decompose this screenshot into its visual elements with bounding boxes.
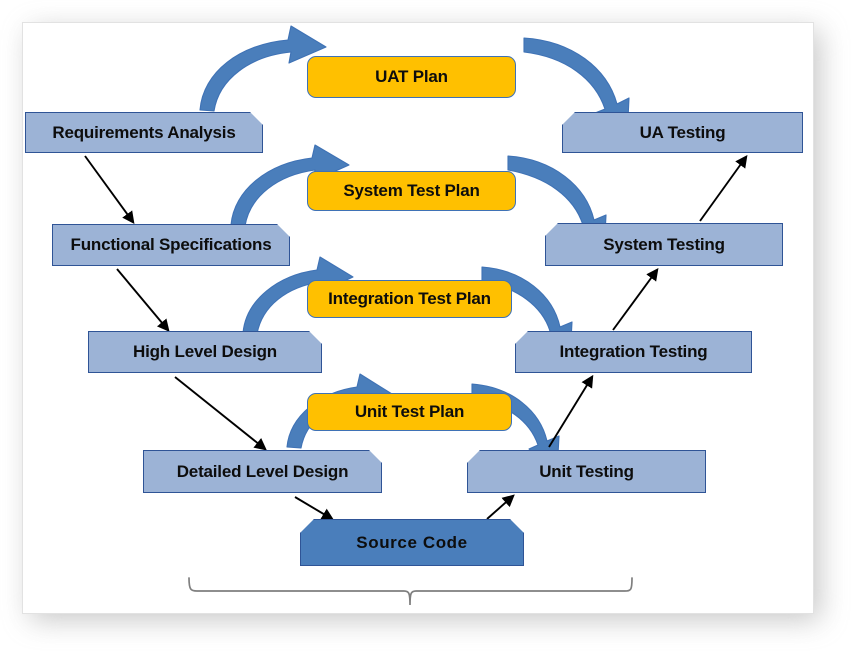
stage-label-unit-testing: Unit Testing: [539, 461, 634, 481]
stage-box-integration-testing[interactable]: Integration Testing: [515, 331, 752, 373]
stage-box-functional-specifications[interactable]: Functional Specifications: [52, 224, 290, 266]
stage-box-source-code[interactable]: Source Code: [300, 519, 524, 566]
stage-label-detailed-level-design: Detailed Level Design: [176, 461, 349, 481]
plan-label-unit-test-plan: Unit Test Plan: [354, 402, 465, 421]
stage-label-system-testing: System Testing: [603, 234, 725, 254]
plan-label-uat-plan: UAT Plan: [375, 67, 448, 86]
stage-box-requirements-analysis[interactable]: Requirements Analysis: [25, 112, 263, 153]
plan-label-system-test-plan: System Test Plan: [343, 181, 480, 200]
diagram-canvas: Requirements Analysis Functional Specifi…: [0, 0, 860, 669]
stage-box-system-testing[interactable]: System Testing: [545, 223, 783, 266]
plan-box-unit-test-plan[interactable]: Unit Test Plan: [307, 393, 512, 431]
arrow-high-level-design-to-detailed-design: [174, 376, 267, 451]
stage-box-ua-testing[interactable]: UA Testing: [562, 112, 803, 153]
stage-box-detailed-level-design[interactable]: Detailed Level Design: [143, 450, 382, 493]
stage-label-integration-testing: Integration Testing: [559, 342, 708, 361]
bottom-brace: [188, 577, 633, 606]
arrow-system-testing-to-ua-testing: [699, 154, 748, 222]
stage-label-high-level-design: High Level Design: [133, 342, 277, 361]
stage-box-high-level-design[interactable]: High Level Design: [88, 331, 322, 373]
stage-label-ua-testing: UA Testing: [639, 122, 726, 142]
plan-box-integration-test-plan[interactable]: Integration Test Plan: [307, 280, 512, 318]
arrow-requirements-to-functional-specs: [84, 155, 135, 224]
arrow-detailed-design-to-source-code: [294, 496, 335, 521]
arrow-functional-specs-to-high-level-design: [116, 268, 170, 332]
arrow-integration-testing-to-system-testing: [612, 268, 659, 331]
arrow-unit-testing-to-integration-testing: [548, 374, 594, 448]
stage-label-source-code: Source Code: [356, 532, 468, 552]
plan-box-uat-plan[interactable]: UAT Plan: [307, 56, 516, 98]
arrow-source-code-to-unit-testing: [486, 494, 515, 520]
plan-box-system-test-plan[interactable]: System Test Plan: [307, 171, 516, 211]
stage-label-requirements-analysis: Requirements Analysis: [52, 122, 236, 142]
plan-label-integration-test-plan: Integration Test Plan: [328, 289, 491, 308]
stage-box-unit-testing[interactable]: Unit Testing: [467, 450, 706, 493]
stage-label-functional-specifications: Functional Specifications: [70, 235, 272, 254]
